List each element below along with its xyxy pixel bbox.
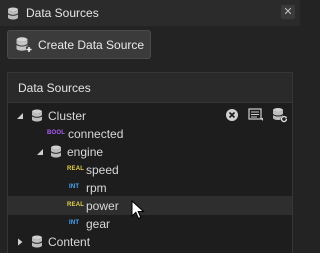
list-icon[interactable] [248, 107, 264, 123]
database-icon [50, 145, 62, 158]
tree-item-rpm[interactable]: INT rpm [8, 178, 292, 197]
tree-item-label: speed [86, 162, 119, 177]
close-icon[interactable]: ✕ [281, 5, 295, 19]
create-data-source-label: Create Data Source [38, 37, 145, 52]
add-database-icon [15, 36, 33, 54]
expand-arrow-icon[interactable] [36, 148, 44, 156]
tree-item-content[interactable]: Content [8, 232, 292, 251]
type-badge: REAL [67, 166, 85, 172]
tree-item-gear[interactable]: INT gear [8, 214, 292, 233]
refresh-database-icon[interactable] [272, 107, 288, 123]
database-icon [31, 109, 43, 122]
tree-item-label: Cluster [48, 108, 87, 123]
window-title: Data Sources [26, 6, 99, 20]
create-data-source-button[interactable]: Create Data Source [7, 30, 151, 59]
panel-header: Data Sources [8, 73, 292, 103]
data-sources-panel: Data Sources Cluster BOOL connected engi… [7, 72, 293, 253]
tree-item-engine[interactable]: engine [8, 142, 292, 161]
tree-item-connected[interactable]: BOOL connected [8, 124, 292, 143]
type-badge: INT [69, 184, 80, 190]
tree-item-cluster[interactable]: Cluster [8, 106, 292, 125]
clear-icon[interactable] [224, 107, 240, 123]
type-badge: BOOL [47, 130, 66, 136]
tree-item-label: rpm [86, 180, 107, 195]
tree-item-label: connected [68, 126, 124, 141]
database-icon [31, 235, 43, 248]
tree-item-label: power [86, 198, 119, 213]
tree-item-label: gear [86, 216, 111, 231]
type-badge: REAL [67, 202, 85, 208]
collapse-arrow-icon[interactable] [16, 238, 24, 246]
tree-item-label: Content [48, 234, 91, 249]
type-badge: INT [69, 220, 80, 226]
tree-item-label: engine [67, 144, 104, 159]
database-icon [6, 6, 20, 20]
tree-item-power[interactable]: REAL power [8, 196, 292, 215]
title-bar: Data Sources ✕ [0, 0, 300, 26]
tree-item-speed[interactable]: REAL speed [8, 160, 292, 179]
expand-arrow-icon[interactable] [16, 112, 24, 120]
row-tools [224, 107, 288, 123]
